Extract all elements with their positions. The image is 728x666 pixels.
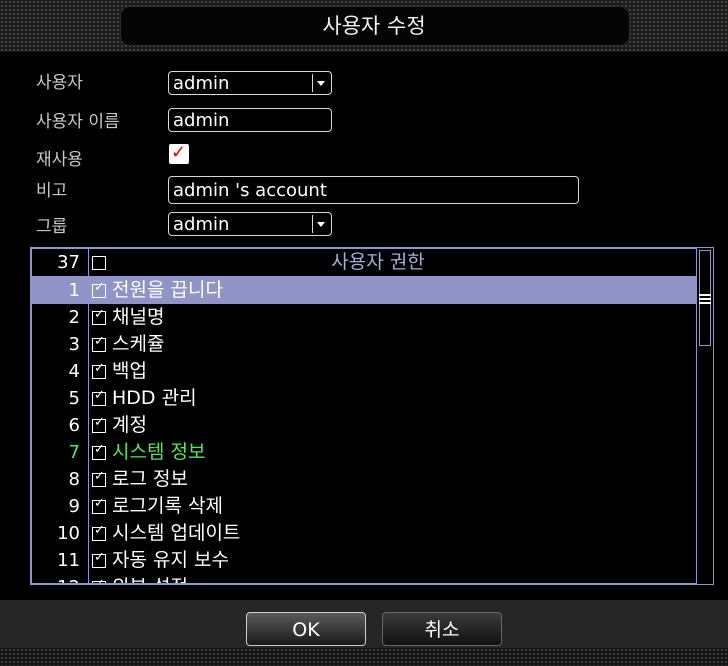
permissions-count: 37 [57,252,80,273]
check-icon: ✓ [94,469,105,484]
grip-icon [699,294,711,296]
check-icon: ✓ [94,496,105,511]
check-icon: ✓ [94,550,105,565]
remark-label: 비고 [36,181,68,201]
permission-label: 백업 [112,360,147,382]
user-select[interactable]: admin [168,71,332,95]
permission-label: 시스템 업데이트 [112,522,241,544]
group-select-value: admin [173,214,230,235]
permission-label: 자동 유지 보수 [112,549,229,571]
user-label: 사용자 [36,73,83,93]
row-number: 6 [68,415,80,436]
permission-row[interactable]: 5 ✓ HDD 관리 [32,385,696,412]
permissions-list: 37 사용자 권한 1 ✓ 전원을 끕니다 2 ✓ 채널명 3 ✓ 스케쥴 4 … [30,247,698,585]
check-icon: ✓ [94,577,105,585]
permission-row[interactable]: 8 ✓ 로그 정보 [32,466,696,493]
permission-label: 외부 설정 [112,574,188,583]
username-field[interactable]: admin [168,108,332,132]
permission-row[interactable]: 2 ✓ 채널명 [32,304,696,331]
title-bar: 사용자 수정 [0,0,728,52]
permission-row[interactable]: 9 ✓ 로그기록 삭제 [32,493,696,520]
row-number: 8 [68,469,80,490]
check-icon: ✓ [94,442,105,457]
row-number: 9 [68,496,80,517]
row-number: 7 [68,442,80,463]
permission-row[interactable]: 10 ✓ 시스템 업데이트 [32,520,696,547]
reuse-label: 재사용 [36,150,83,170]
permission-label: 계정 [112,414,147,436]
user-dropdown-button[interactable] [312,74,329,92]
grip-icon [699,302,711,304]
chevron-down-icon [317,222,325,227]
group-select[interactable]: admin [168,212,332,236]
remark-field[interactable]: admin 's account [168,176,579,204]
check-icon: ✓ [94,388,105,403]
permission-label: 로그기록 삭제 [112,495,223,517]
row-number: 3 [68,334,80,355]
row-number: 1 [68,280,80,301]
row-number: 5 [68,388,80,409]
permission-row[interactable]: 3 ✓ 스케쥴 [32,331,696,358]
user-edit-dialog: 사용자 수정 사용자 admin 사용자 이름 admin 재사용 ✓ 비고 a… [0,0,728,666]
permission-label: 시스템 정보 [112,441,206,463]
check-icon: ✓ [94,334,105,349]
user-select-value: admin [173,73,230,94]
permission-label: 로그 정보 [112,468,188,490]
group-label: 그룹 [36,217,68,237]
dialog-title: 사용자 수정 [322,14,426,38]
check-icon: ✓ [94,523,105,538]
permission-row[interactable]: 6 ✓ 계정 [32,412,696,439]
permissions-header-label: 사용자 권한 [331,251,425,273]
permission-label: 채널명 [112,306,165,328]
checkmark-icon: ✓ [171,142,187,163]
username-label: 사용자 이름 [36,112,120,132]
footer-pattern [0,648,728,666]
select-all-checkbox[interactable] [92,256,106,270]
cancel-button[interactable]: 취소 [382,612,502,646]
permission-row[interactable]: 4 ✓ 백업 [32,358,696,385]
permission-row[interactable]: 7 ✓ 시스템 정보 [32,439,696,466]
permission-label: HDD 관리 [112,387,197,409]
permissions-header: 37 사용자 권한 [32,249,696,277]
check-icon: ✓ [94,280,105,295]
reuse-checkbox[interactable]: ✓ [169,142,189,164]
chevron-down-icon [317,81,325,86]
check-icon: ✓ [94,415,105,430]
permission-row[interactable]: 12 ✓ 외부 설정 [32,574,696,585]
permission-row[interactable]: 1 ✓ 전원을 끕니다 [32,277,696,304]
row-number: 10 [57,523,80,544]
permission-row[interactable]: 11 ✓ 자동 유지 보수 [32,547,696,574]
row-number: 11 [57,550,80,571]
row-number: 4 [68,361,80,382]
list-scrollbar[interactable] [696,247,714,585]
permission-label: 스케쥴 [112,333,165,355]
permission-label: 전원을 끕니다 [112,279,223,301]
grip-icon [699,298,711,300]
row-number: 12 [32,574,80,583]
check-icon: ✓ [94,307,105,322]
group-dropdown-button[interactable] [312,215,329,233]
check-icon: ✓ [94,361,105,376]
ok-button[interactable]: OK [246,612,366,646]
row-number: 2 [68,307,80,328]
